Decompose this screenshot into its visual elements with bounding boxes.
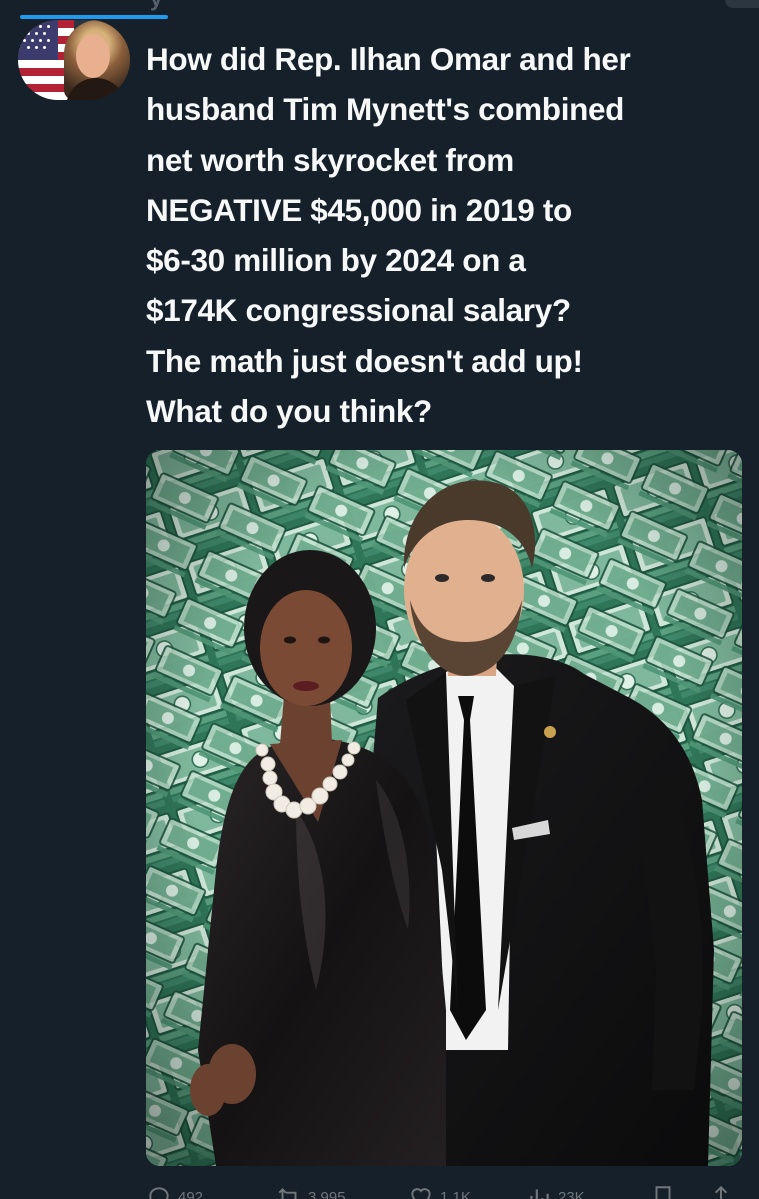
- tweet-text-line: $174K congressional salary?: [146, 292, 571, 329]
- bookmark-icon: [655, 1186, 671, 1199]
- avatar-face: [76, 34, 110, 78]
- repost-icon: [278, 1188, 297, 1199]
- bookmark-button[interactable]: [650, 1184, 676, 1199]
- share-icon: [714, 1185, 728, 1199]
- tweet-media-image[interactable]: [146, 450, 742, 1166]
- tweet-text-line: NEGATIVE $45,000 in 2019 to: [146, 191, 572, 228]
- avatar-flag-canton: [18, 20, 58, 60]
- tweet-text-line: $6-30 million by 2024 on a: [146, 242, 526, 279]
- reply-count: 492: [178, 1188, 204, 1199]
- header-cut-text: y: [150, 0, 162, 12]
- active-tab-indicator[interactable]: [20, 15, 168, 19]
- heart-icon: [411, 1188, 431, 1199]
- share-button[interactable]: [708, 1184, 734, 1199]
- avatar[interactable]: [18, 20, 130, 100]
- couple-photo-illustration: [146, 450, 742, 1166]
- tweet-action-bar: 492 3,995 1.1K 23K: [146, 1184, 742, 1199]
- like-button[interactable]: 1.1K: [408, 1184, 471, 1199]
- tweet-text-line: What do you think?: [146, 393, 432, 430]
- repost-button[interactable]: 3,995: [276, 1184, 346, 1199]
- tweet-text-line: husband Tim Mynett's combined: [146, 91, 625, 128]
- tweet-text: How did Rep. Ilhan Omar and her husband …: [146, 34, 751, 436]
- tweet-screen: y How did Rep. Ilhan Omar and her husban…: [0, 0, 759, 1199]
- tweet-text-line: The math just doesn't add up!: [146, 342, 583, 379]
- top-tab-bar: y: [0, 0, 759, 22]
- reply-button[interactable]: 492: [146, 1184, 203, 1199]
- views-icon: [530, 1189, 549, 1199]
- reply-icon: [149, 1187, 169, 1199]
- like-count: 1.1K: [440, 1188, 471, 1199]
- tweet-text-line: How did Rep. Ilhan Omar and her: [146, 41, 631, 77]
- header-edge-shape: [725, 0, 759, 8]
- views-count: 23K: [558, 1188, 585, 1199]
- views-button[interactable]: 23K: [526, 1184, 585, 1199]
- tweet-text-line: net worth skyrocket from: [146, 141, 514, 178]
- repost-count: 3,995: [308, 1188, 346, 1199]
